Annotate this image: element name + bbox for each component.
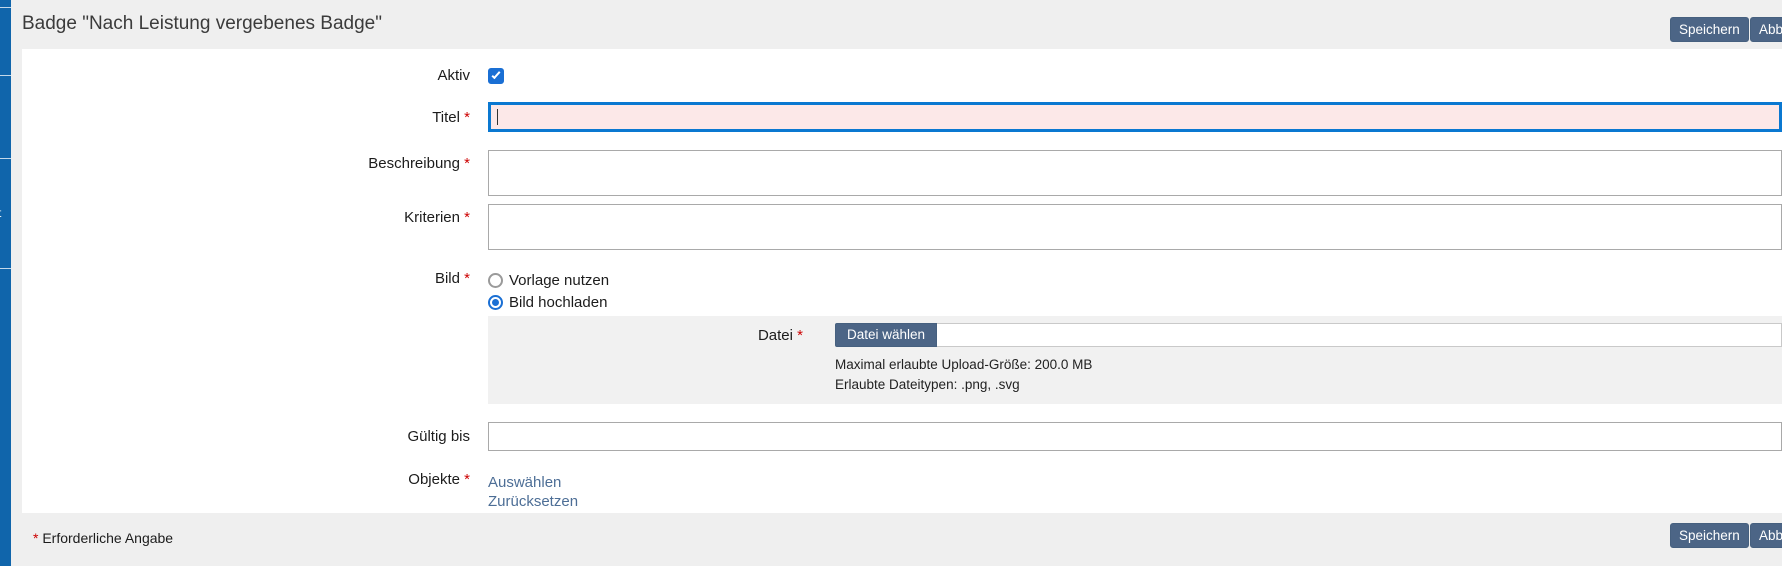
- aktiv-checkbox[interactable]: [488, 68, 504, 84]
- datei-subsection: Datei * Datei wählen Maximal erlaubte Up…: [488, 316, 1782, 404]
- form-row-datei: Datei * Datei wählen: [488, 323, 1782, 347]
- required-asterisk: *: [464, 270, 470, 287]
- text-caret: [497, 109, 498, 125]
- datei-label: Datei *: [488, 327, 803, 344]
- objekte-label: Objekte *: [22, 471, 470, 488]
- file-name-display[interactable]: [937, 323, 1782, 347]
- form-footer: * Erforderliche Angabe Speichern Abbrech…: [11, 513, 1782, 566]
- cancel-button-bottom[interactable]: Abbrechen: [1750, 523, 1782, 548]
- aktiv-label: Aktiv: [22, 67, 470, 84]
- required-asterisk: *: [797, 327, 803, 344]
- datei-waehlen-button[interactable]: Datei wählen: [835, 323, 937, 347]
- zuruecksetzen-link[interactable]: Zurücksetzen: [488, 492, 1782, 511]
- save-button[interactable]: Speichern: [1670, 17, 1749, 42]
- titel-label: Titel *: [22, 109, 470, 126]
- form-row-gueltig-bis: Gültig bis: [22, 422, 1782, 451]
- form-header: Badge "Nach Leistung vergebenes Badge" S…: [11, 0, 1782, 49]
- required-asterisk: *: [33, 530, 38, 546]
- required-asterisk: *: [464, 471, 470, 488]
- titel-input[interactable]: [488, 102, 1782, 132]
- beschreibung-textarea[interactable]: [488, 150, 1782, 196]
- required-asterisk: *: [464, 209, 470, 226]
- cancel-button[interactable]: Abbrechen: [1750, 17, 1782, 42]
- required-asterisk: *: [464, 109, 470, 126]
- radio-label-vorlage: Vorlage nutzen: [509, 272, 609, 289]
- save-button-bottom[interactable]: Speichern: [1670, 523, 1749, 548]
- radio-icon-unselected[interactable]: [488, 273, 503, 288]
- tab-separator: [0, 75, 11, 76]
- beschreibung-label: Beschreibung *: [22, 150, 470, 172]
- form-row-kriterien: Kriterien *: [22, 204, 1782, 250]
- radio-icon-selected[interactable]: [488, 295, 503, 310]
- required-asterisk: *: [464, 155, 470, 172]
- file-types-hint: Erlaubte Dateitypen: .png, .svg: [835, 375, 1782, 395]
- bild-label: Bild *: [22, 270, 470, 287]
- form-row-bild: Bild * Vorlage nutzen Bild hochladen Dat…: [22, 270, 1782, 404]
- gueltig-bis-label: Gültig bis: [22, 428, 470, 445]
- required-note: * Erforderliche Angabe: [33, 530, 173, 546]
- radio-label-hochladen: Bild hochladen: [509, 294, 607, 311]
- form-row-aktiv: Aktiv: [22, 67, 1782, 84]
- radio-option-hochladen[interactable]: Bild hochladen: [488, 292, 1782, 312]
- tab-separator: [0, 268, 11, 269]
- form-row-objekte: Objekte * Auswählen Zurücksetzen: [22, 471, 1782, 511]
- kriterien-textarea[interactable]: [488, 204, 1782, 250]
- left-tab-strip[interactable]: t: [0, 0, 11, 566]
- form-row-titel: Titel *: [22, 102, 1782, 132]
- tab-separator: [0, 7, 11, 8]
- tab-label-fragment: t: [0, 206, 1, 220]
- form-row-beschreibung: Beschreibung *: [22, 150, 1782, 196]
- check-icon: [492, 69, 501, 78]
- upload-size-hint: Maximal erlaubte Upload-Größe: 200.0 MB: [835, 355, 1782, 375]
- radio-option-vorlage[interactable]: Vorlage nutzen: [488, 270, 1782, 290]
- tab-separator: [0, 158, 11, 159]
- kriterien-label: Kriterien *: [22, 204, 470, 226]
- page-title: Badge "Nach Leistung vergebenes Badge": [22, 13, 382, 35]
- badge-form: Aktiv Titel * Beschreibung * Kriterien *…: [22, 49, 1782, 513]
- gueltig-bis-input[interactable]: [488, 422, 1782, 451]
- auswaehlen-link[interactable]: Auswählen: [488, 473, 1782, 492]
